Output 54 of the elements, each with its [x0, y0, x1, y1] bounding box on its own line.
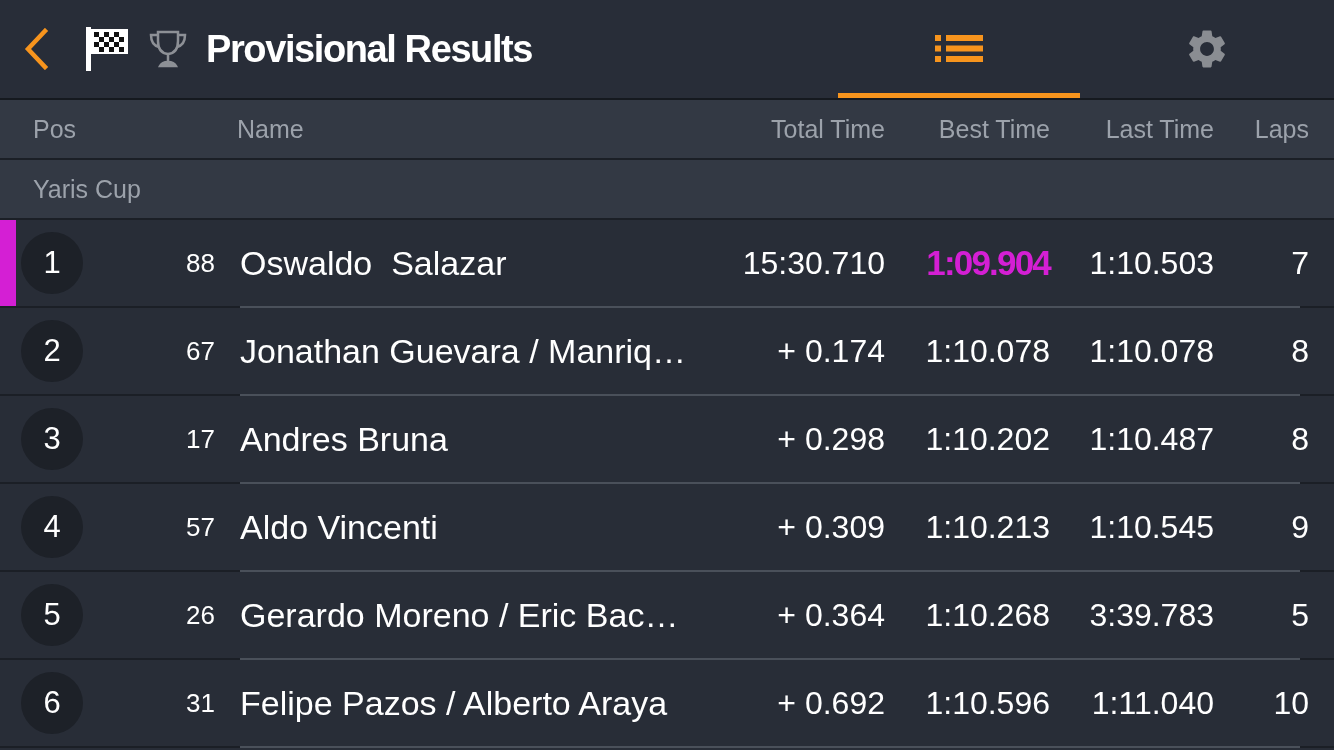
laps-count: 10 — [1273, 684, 1309, 722]
best-time: 1:09.904 — [926, 243, 1050, 283]
last-time: 1:10.545 — [1089, 508, 1214, 546]
total-time: + 0.298 — [777, 420, 885, 458]
laps-count: 9 — [1291, 508, 1309, 546]
column-header: Pos — [32, 114, 77, 144]
total-time: 15:30.710 — [742, 244, 885, 282]
trophy-icon — [148, 29, 188, 69]
best-time: 1:10.213 — [925, 508, 1050, 546]
car-number: 67 — [186, 335, 215, 367]
driver-name: Oswaldo Salazar — [240, 243, 507, 283]
position-badge: 5 — [21, 584, 83, 646]
position-badge: 6 — [21, 672, 83, 734]
laps-count: 7 — [1291, 244, 1309, 282]
position-badge: 4 — [21, 496, 83, 558]
total-time: + 0.364 — [777, 596, 885, 634]
total-time: + 0.309 — [777, 508, 885, 546]
checkered-flag-icon — [86, 27, 128, 71]
laps-count: 8 — [1291, 420, 1309, 458]
back-chevron-icon — [23, 28, 49, 70]
last-time: 3:39.783 — [1089, 596, 1214, 634]
column-header: Total Time — [771, 114, 885, 144]
column-header: Laps — [1254, 114, 1309, 144]
column-header: Best Time — [938, 114, 1050, 144]
best-time: 1:10.078 — [925, 332, 1050, 370]
driver-name: Andres Bruna — [240, 419, 448, 459]
laps-count: 8 — [1291, 332, 1309, 370]
group-label: Yaris Cup — [33, 174, 141, 204]
car-number: 57 — [186, 511, 215, 543]
page-title: Provisional Results — [206, 27, 533, 71]
position-badge: 3 — [21, 408, 83, 470]
total-time: + 0.174 — [777, 332, 885, 370]
last-time: 1:10.487 — [1089, 420, 1214, 458]
position-badge: 1 — [21, 232, 83, 294]
driver-name: Felipe Pazos / Alberto Araya — [240, 683, 668, 723]
best-time: 1:10.202 — [925, 420, 1050, 458]
car-number: 26 — [186, 599, 215, 631]
car-number: 31 — [186, 687, 215, 719]
driver-name: Jonathan Guevara / Manriq… — [240, 331, 687, 371]
last-time: 1:10.503 — [1089, 244, 1214, 282]
list-icon — [935, 35, 983, 63]
car-number: 17 — [186, 423, 215, 455]
laps-count: 5 — [1291, 596, 1309, 634]
best-time: 1:10.268 — [925, 596, 1050, 634]
position-badge: 2 — [21, 320, 83, 382]
column-header: Name — [236, 114, 304, 144]
last-time: 1:10.078 — [1089, 332, 1214, 370]
best-time: 1:10.596 — [925, 684, 1050, 722]
driver-name: Gerardo Moreno / Eric Bac… — [240, 595, 679, 635]
last-time: 1:11.040 — [1091, 684, 1214, 722]
total-time: + 0.692 — [777, 684, 885, 722]
driver-name: Aldo Vincenti — [240, 507, 438, 547]
column-header: Last Time — [1105, 114, 1214, 144]
car-number: 88 — [186, 247, 215, 279]
